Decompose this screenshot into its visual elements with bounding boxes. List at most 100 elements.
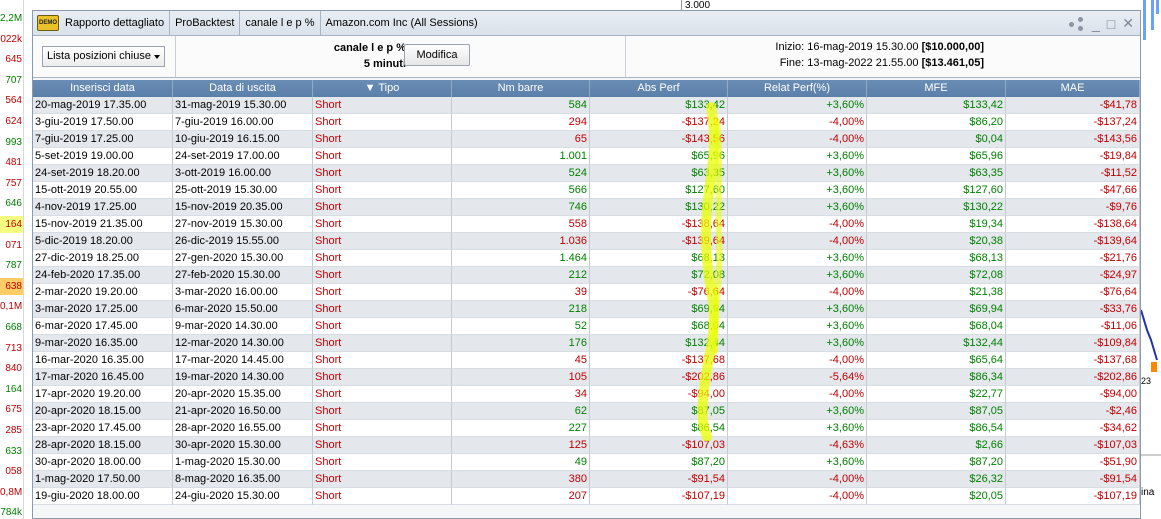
table-row[interactable]: 9-mar-2020 16.35.00 12-mar-2020 14.30.00 S…: [33, 335, 1140, 352]
cell-exit-date: 3-ott-2019 16.00.00: [173, 165, 313, 182]
cell-exit-date: 31-mag-2019 15.30.00: [173, 97, 313, 114]
table-row[interactable]: 28-apr-2020 18.15.00 30-apr-2020 15.30.00…: [33, 437, 1140, 454]
cell-abs-perf: $65,96: [590, 148, 728, 165]
table-row[interactable]: 30-apr-2020 18.00.00 1-mag-2020 15.30.00 S…: [33, 454, 1140, 471]
report-header: Lista posizioni chiuse canale l e p % 5 …: [33, 36, 1140, 78]
cell-abs-perf: -$76,64: [590, 284, 728, 301]
cell-entry-date: 27-dic-2019 18.25.00: [33, 250, 173, 267]
table-row[interactable]: 5-dic-2019 18.20.00 26-dic-2019 15.55.00 S…: [33, 233, 1140, 250]
tab-rapporto-dettagliato[interactable]: Rapporto dettagliato: [65, 10, 171, 36]
table-row[interactable]: 17-mar-2020 16.45.00 19-mar-2020 14.30.00…: [33, 369, 1140, 386]
cell-mae: -$11,52: [1006, 165, 1140, 182]
column-header-mfe[interactable]: MFE: [867, 80, 1006, 97]
cell-abs-perf: $127,60: [590, 182, 728, 199]
cell-abs-perf: $87,20: [590, 454, 728, 471]
cell-abs-perf: -$202,86: [590, 369, 728, 386]
cell-mae: -$107,03: [1006, 437, 1140, 454]
table-row[interactable]: 6-mar-2020 17.45.00 9-mar-2020 14.30.00 Sh…: [33, 318, 1140, 335]
close-button[interactable]: ✕: [1122, 15, 1134, 32]
column-header-exit-date[interactable]: Data di uscita: [173, 80, 313, 97]
table-row[interactable]: 15-ott-2019 20.55.00 25-ott-2019 15.30.00…: [33, 182, 1140, 199]
share-icon[interactable]: [1069, 16, 1085, 31]
cell-abs-perf: $87,05: [590, 403, 728, 420]
cell-relat-perf: -4,00%: [728, 216, 867, 233]
column-header-bars[interactable]: Nm barre: [452, 80, 590, 97]
table-row[interactable]: 2-mar-2020 19.20.00 3-mar-2020 16.00.00 Sh…: [33, 284, 1140, 301]
table-row[interactable]: 20-apr-2020 18.15.00 21-apr-2020 16.50.00…: [33, 403, 1140, 420]
cell-mae: -$34,62: [1006, 420, 1140, 437]
trades-table: Inserisci data Data di uscita ▼ Tipo Nm …: [33, 80, 1140, 505]
minimize-button[interactable]: _: [1092, 16, 1100, 32]
cell-mae: -$109,84: [1006, 335, 1140, 352]
background-axis-value: 564: [5, 95, 22, 107]
background-axis-value: 624: [5, 116, 22, 127]
background-axis-value: 164: [0, 216, 23, 233]
cell-type: Short: [313, 267, 452, 284]
table-row[interactable]: 17-apr-2020 19.20.00 20-apr-2020 15.35.00…: [33, 386, 1140, 403]
cell-bars: 1.464: [452, 250, 590, 267]
cell-relat-perf: +3,60%: [728, 454, 867, 471]
column-header-mae[interactable]: MAE: [1006, 80, 1140, 97]
cell-entry-date: 20-apr-2020 18.15.00: [33, 403, 173, 420]
cell-mfe: $86,34: [867, 369, 1006, 386]
background-chart-top: 3.000: [24, 0, 1139, 11]
table-row[interactable]: 7-giu-2019 17.25.00 10-giu-2019 16.15.00 S…: [33, 131, 1140, 148]
cell-exit-date: 26-dic-2019 15.55.00: [173, 233, 313, 250]
cell-type: Short: [313, 131, 452, 148]
table-row[interactable]: 16-mar-2020 16.35.00 17-mar-2020 14.45.00…: [33, 352, 1140, 369]
background-axis-value: 285: [5, 425, 22, 436]
table-row[interactable]: 5-set-2019 19.00.00 24-set-2019 17.00.00 S…: [33, 148, 1140, 165]
cell-exit-date: 9-mar-2020 14.30.00: [173, 318, 313, 335]
cell-entry-date: 24-set-2019 18.20.00: [33, 165, 173, 182]
end-capital: [$13.461,05]: [921, 57, 984, 69]
background-axis-value: 638: [0, 277, 23, 295]
background-axis-value: 675: [5, 404, 22, 416]
cell-exit-date: 12-mar-2020 14.30.00: [173, 335, 313, 352]
end-label: Fine:: [779, 57, 805, 69]
tab-strategy[interactable]: canale l e p %: [240, 10, 321, 36]
cell-bars: 105: [452, 369, 590, 386]
cell-relat-perf: +3,60%: [728, 165, 867, 182]
tab-instrument[interactable]: Amazon.com Inc (All Sessions): [321, 11, 483, 36]
cell-exit-date: 3-mar-2020 16.00.00: [173, 284, 313, 301]
table-row[interactable]: 4-nov-2019 17.25.00 15-nov-2019 20.35.00 S…: [33, 199, 1140, 216]
column-header-entry-date[interactable]: Inserisci data: [33, 80, 173, 97]
cell-mfe: $87,05: [867, 403, 1006, 420]
table-row[interactable]: 1-mag-2020 17.50.00 8-mag-2020 16.35.00 Sh…: [33, 471, 1140, 488]
maximize-button[interactable]: □: [1107, 16, 1115, 32]
table-row[interactable]: 15-nov-2019 21.35.00 27-nov-2019 15.30.00…: [33, 216, 1140, 233]
cell-abs-perf: -$137,24: [590, 114, 728, 131]
cell-mfe: $87,20: [867, 454, 1006, 471]
column-header-type[interactable]: ▼ Tipo: [313, 80, 452, 97]
cell-relat-perf: +3,60%: [728, 335, 867, 352]
table-row[interactable]: 24-feb-2020 17.35.00 27-feb-2020 15.30.00…: [33, 267, 1140, 284]
cell-bars: 65: [452, 131, 590, 148]
cell-type: Short: [313, 216, 452, 233]
column-header-abs-perf[interactable]: Abs Perf: [590, 80, 728, 97]
table-row[interactable]: 20-mag-2019 17.35.00 31-mag-2019 15.30.00…: [33, 97, 1140, 114]
tab-probacktest[interactable]: ProBacktest: [170, 10, 241, 36]
table-row[interactable]: 3-giu-2019 17.50.00 7-giu-2019 16.00.00 Sh…: [33, 114, 1140, 131]
cell-mfe: $20,05: [867, 488, 1006, 505]
cell-mae: -$33,76: [1006, 301, 1140, 318]
modify-button[interactable]: Modifica: [404, 44, 470, 66]
cell-abs-perf: -$91,54: [590, 471, 728, 488]
cell-entry-date: 15-ott-2019 20.55.00: [33, 182, 173, 199]
cell-mae: -$47,66: [1006, 182, 1140, 199]
table-row[interactable]: 3-mar-2020 17.25.00 6-mar-2020 15.50.00 Sh…: [33, 301, 1140, 318]
background-right-label: 23: [1141, 376, 1152, 386]
table-row[interactable]: 19-giu-2020 18.00.00 24-giu-2020 15.30.00…: [33, 488, 1140, 505]
column-header-relat-perf[interactable]: Relat Perf(%): [728, 80, 867, 97]
table-row[interactable]: 27-dic-2019 18.25.00 27-gen-2020 15.30.00…: [33, 250, 1140, 267]
list-type-dropdown[interactable]: Lista posizioni chiuse: [42, 46, 165, 67]
cell-mae: -$107,19: [1006, 488, 1140, 505]
cell-type: Short: [313, 318, 452, 335]
table-row[interactable]: 24-set-2019 18.20.00 3-ott-2019 16.00.00 S…: [33, 165, 1140, 182]
table-row[interactable]: 23-apr-2020 17.45.00 28-apr-2020 16.55.00…: [33, 420, 1140, 437]
period-start: Inizio: 16-mag-2019 15.30.00 [$10.000,00…: [775, 41, 984, 53]
cell-mae: -$51,90: [1006, 454, 1140, 471]
cell-relat-perf: +3,60%: [728, 250, 867, 267]
cell-mae: -$202,86: [1006, 369, 1140, 386]
cell-relat-perf: -4,63%: [728, 437, 867, 454]
cell-mae: -$143,56: [1006, 131, 1140, 148]
